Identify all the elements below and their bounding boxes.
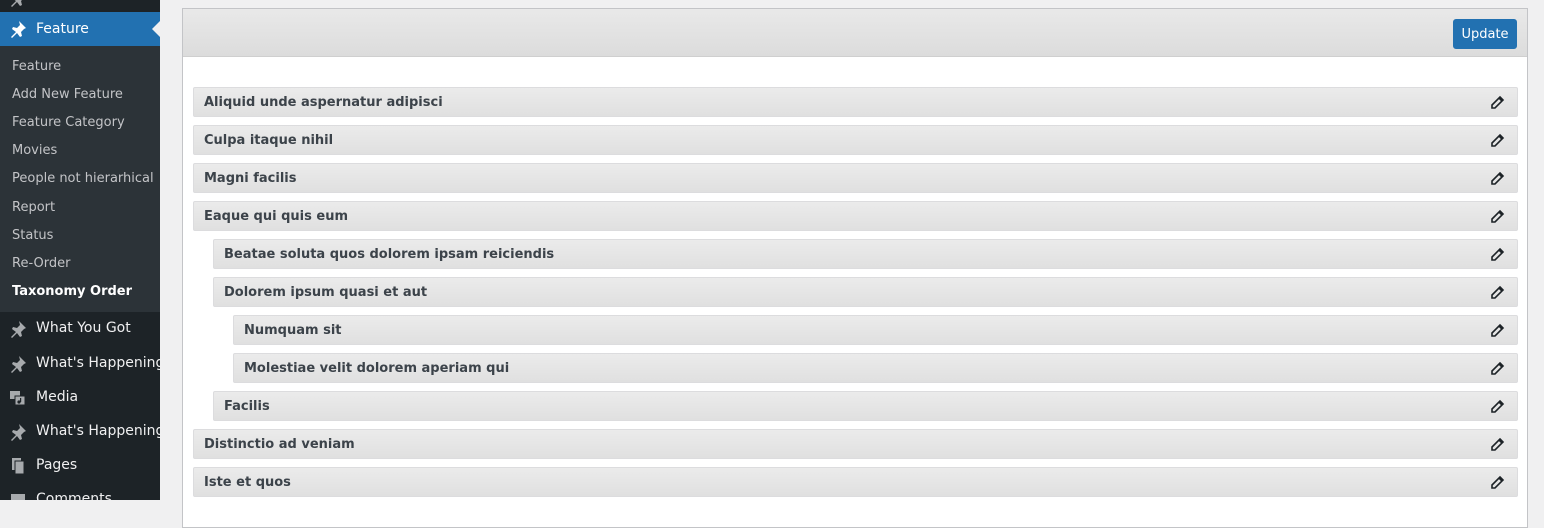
term-row[interactable]: Dolorem ipsum quasi et aut [213, 277, 1518, 307]
current-menu-arrow [152, 21, 160, 37]
pin-icon [11, 0, 22, 7]
term-row[interactable]: Culpa itaque nihil [193, 125, 1518, 155]
pages-icon [12, 458, 25, 475]
sidebar-item-what-you-got[interactable]: What You Got [0, 312, 160, 346]
sidebar-item-comments[interactable]: Comments [0, 483, 160, 500]
pin-icon [11, 21, 26, 38]
term-label: Molestiae velit dolorem aperiam qui [244, 361, 510, 376]
term-row[interactable]: Distinctio ad veniam [193, 429, 1518, 459]
comments-icon [11, 494, 25, 500]
submenu-item-add-new-feature[interactable]: Add New Feature [12, 87, 123, 102]
term-label: Culpa itaque nihil [204, 133, 334, 148]
submenu-item-report[interactable]: Report [12, 200, 55, 215]
submenu-item-movies[interactable]: Movies [12, 143, 57, 158]
submenu-item-re-order[interactable]: Re-Order [12, 256, 70, 271]
sidebar-item-label: What You Got [36, 320, 131, 336]
pin-icon [11, 356, 26, 373]
media-icon [10, 391, 26, 406]
pencil-icon[interactable] [1489, 133, 1505, 149]
sidebar-item-whats-happening[interactable]: What's Happening [0, 347, 160, 381]
sidebar-item-label: What's Happening [36, 355, 160, 371]
update-button[interactable]: Update [1453, 19, 1517, 49]
term-row[interactable]: Beatae soluta quos dolorem ipsam reicien… [213, 239, 1518, 269]
taxonomy-order-panel: Update Aliquid unde aspernatur adipisci … [182, 8, 1528, 528]
sidebar-item-label: Feature [36, 21, 89, 37]
pencil-icon[interactable] [1489, 285, 1505, 301]
term-label: Iste et quos [204, 475, 291, 490]
term-row[interactable]: Magni facilis [193, 163, 1518, 193]
term-row[interactable]: Facilis [213, 391, 1518, 421]
pencil-icon[interactable] [1489, 475, 1505, 491]
term-row[interactable]: Eaque qui quis eum [193, 201, 1518, 231]
submenu-item-feature[interactable]: Feature [12, 59, 61, 74]
term-label: Eaque qui quis eum [204, 209, 348, 224]
pin-icon [11, 321, 26, 338]
pencil-icon[interactable] [1489, 95, 1505, 111]
term-label: Numquam sit [244, 323, 342, 338]
term-label: Magni facilis [204, 171, 297, 186]
term-label: Beatae soluta quos dolorem ipsam reicien… [224, 247, 555, 262]
sidebar-item-label: Comments [36, 491, 112, 500]
pencil-icon[interactable] [1489, 399, 1505, 415]
pencil-icon[interactable] [1489, 323, 1505, 339]
sidebar-item-label: What's Happening [36, 423, 160, 439]
term-row[interactable]: Numquam sit [233, 315, 1518, 345]
sidebar-item-label: Pages [36, 457, 78, 473]
pencil-icon[interactable] [1489, 247, 1505, 263]
pencil-icon[interactable] [1489, 437, 1505, 453]
sidebar-item-whats-happening-2[interactable]: What's Happening [0, 415, 160, 449]
submenu-item-feature-category[interactable]: Feature Category [12, 115, 125, 130]
submenu-item-taxonomy-order[interactable]: Taxonomy Order [12, 284, 132, 299]
submenu-item-people[interactable]: People not hierarhical [12, 171, 154, 186]
sidebar-item-label: Media [36, 389, 79, 405]
term-label: Distinctio ad veniam [204, 437, 355, 452]
sidebar-item-feature[interactable]: Feature [0, 12, 160, 46]
pencil-icon[interactable] [1489, 171, 1505, 187]
submenu-item-status[interactable]: Status [12, 228, 53, 243]
sidebar-item-pages[interactable]: Pages [0, 449, 160, 483]
pin-icon [11, 424, 26, 441]
term-label: Aliquid unde aspernatur adipisci [204, 95, 443, 110]
sidebar-item-partial[interactable] [0, 0, 160, 12]
sidebar-item-media[interactable]: Media [0, 381, 160, 415]
panel-header: Update [183, 9, 1527, 57]
admin-sidebar: Feature Feature Add New Feature Feature … [0, 0, 160, 500]
term-row[interactable]: Aliquid unde aspernatur adipisci [193, 87, 1518, 117]
term-label: Facilis [224, 399, 270, 414]
sidebar-submenu: Feature Add New Feature Feature Category… [0, 46, 160, 312]
pencil-icon[interactable] [1489, 361, 1505, 377]
pencil-icon[interactable] [1489, 209, 1505, 225]
term-row[interactable]: Iste et quos [193, 467, 1518, 497]
term-label: Dolorem ipsum quasi et aut [224, 285, 428, 300]
term-row[interactable]: Molestiae velit dolorem aperiam qui [233, 353, 1518, 383]
